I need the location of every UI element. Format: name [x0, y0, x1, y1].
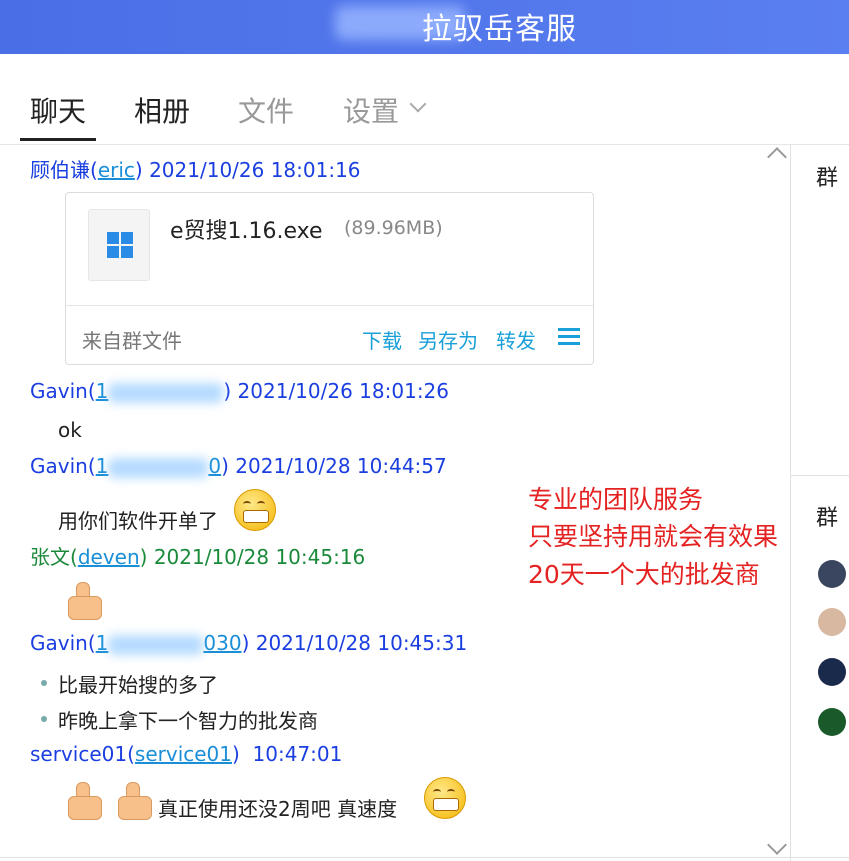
sender-id-link[interactable]: 1: [96, 379, 224, 403]
message-time: 2021/10/28 10:45:31: [255, 631, 468, 655]
file-card-divider: [66, 305, 593, 306]
redacted-id: [108, 457, 209, 478]
sender-name: Gavin: [30, 454, 88, 478]
save-as-link[interactable]: 另存为: [418, 325, 478, 354]
avatar[interactable]: [818, 658, 846, 686]
message-time: 2021/10/28 10:45:16: [153, 545, 366, 569]
group-label: 群: [816, 166, 839, 191]
sender-id-link[interactable]: 1 030: [96, 631, 242, 655]
message-time: 2021/10/26 18:01:16: [149, 158, 361, 182]
forward-link[interactable]: 转发: [496, 325, 536, 354]
message-text: ok: [58, 418, 82, 442]
file-name: e贸搜1.16.exe: [170, 219, 323, 244]
tab-chat[interactable]: 聊天: [30, 90, 86, 130]
sender-name: Gavin: [30, 379, 88, 403]
message-time: 2021/10/28 10:44:57: [235, 454, 447, 478]
tab-files[interactable]: 文件: [238, 90, 294, 130]
message-header: Gavin(1) 2021/10/26 18:01:26: [30, 379, 450, 403]
avatar[interactable]: [818, 560, 846, 588]
tab-settings[interactable]: 设置: [343, 90, 399, 130]
bullet-point: [41, 680, 47, 686]
menu-icon[interactable]: [558, 328, 580, 346]
windows-icon: [107, 232, 133, 258]
sender-name: Gavin: [30, 631, 88, 655]
panel-divider: [790, 145, 791, 861]
sender-id-link[interactable]: 10: [96, 454, 221, 478]
grin-emoji-icon: [424, 777, 466, 819]
message-header: 顾伯谦(eric) 2021/10/26 18:01:16: [30, 158, 361, 182]
promo-line: 只要坚持用就会有效果: [528, 522, 779, 551]
thumbs-up-emoji-icon: [62, 580, 102, 620]
redacted-id: [108, 634, 204, 655]
promo-line: 20天一个大的批发商: [528, 560, 760, 589]
thumbs-up-emoji-icon: [62, 780, 102, 820]
file-card[interactable]: e贸搜1.16.exe (89.96MB) 来自群文件 下载 另存为 转发: [65, 192, 594, 365]
bottom-border: [0, 857, 849, 858]
avatar[interactable]: [818, 608, 846, 636]
active-tab-indicator: [20, 138, 96, 141]
file-icon: [88, 209, 150, 281]
tab-bar: 聊天 相册 文件 设置: [0, 54, 849, 145]
group-label: 群: [816, 506, 839, 531]
list-item: 昨晚上拿下一个智力的批发商: [58, 709, 318, 733]
message-text: 用你们软件开单了: [58, 509, 218, 533]
sender-id-link[interactable]: eric: [98, 158, 135, 182]
message-header: 张文(deven) 2021/10/28 10:45:16: [30, 545, 366, 569]
message-header: Gavin(1 0) 2021/10/28 10:44:57: [30, 454, 447, 478]
tab-album[interactable]: 相册: [134, 90, 190, 130]
grin-emoji-icon: [234, 489, 276, 531]
list-item: 比最开始搜的多了: [58, 673, 218, 697]
sender-id-link[interactable]: deven: [78, 545, 140, 569]
message-header: Gavin(1 030) 2021/10/28 10:45:31: [30, 631, 468, 655]
sidebar-divider: [791, 475, 849, 476]
file-size: (89.96MB): [344, 217, 443, 239]
chevron-down-icon[interactable]: [409, 95, 427, 113]
file-source: 来自群文件: [82, 329, 182, 353]
download-link[interactable]: 下载: [362, 325, 402, 354]
sender-name: service01: [30, 742, 128, 766]
message-text: 真正使用还没2周吧 真速度: [158, 797, 398, 821]
message-time: 2021/10/26 18:01:26: [237, 379, 450, 403]
promo-line: 专业的团队服务: [528, 485, 704, 514]
window-title: 拉驭岳客服: [422, 12, 577, 47]
thumbs-up-emoji-icon: [112, 780, 152, 820]
sender-name: 张文: [30, 545, 70, 569]
avatar[interactable]: [818, 708, 846, 736]
message-header: service01(service01) 10:47:01: [30, 742, 343, 766]
title-bar: 拉驭岳客服: [0, 0, 849, 54]
message-time: 10:47:01: [252, 742, 343, 766]
sender-name: 顾伯谦: [30, 158, 90, 182]
sender-id-link[interactable]: service01: [135, 742, 232, 766]
bullet-point: [41, 716, 47, 722]
redacted-id: [108, 382, 224, 403]
